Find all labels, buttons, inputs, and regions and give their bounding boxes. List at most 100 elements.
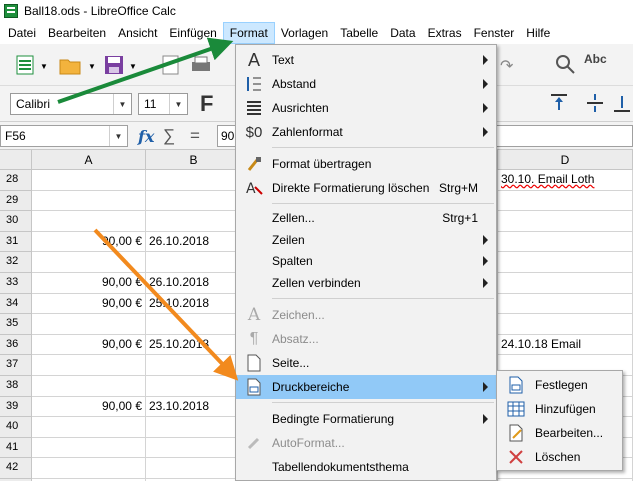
find-replace-icon[interactable]	[553, 52, 577, 76]
new-spreadsheet-icon[interactable]	[14, 54, 36, 76]
open-folder-icon[interactable]	[58, 54, 84, 76]
align-center-vertical-icon[interactable]	[584, 92, 606, 114]
cell-a[interactable]	[32, 417, 146, 438]
function-wizard-icon[interactable]: fx	[138, 127, 154, 146]
row-header[interactable]: 33	[0, 273, 32, 294]
menu-item-ausrichten[interactable]: Ausrichten	[236, 96, 496, 120]
menu-item-absatz[interactable]: ¶ Absatz...	[236, 327, 496, 351]
menu-item-direkte-formatierung-loeschen[interactable]: A Direkte Formatierung löschen Strg+M	[236, 176, 496, 200]
save-dropdown-icon[interactable]: ▼	[129, 62, 137, 71]
menu-item-spalten[interactable]: Spalten	[236, 249, 496, 273]
submenu-item-hinzufuegen[interactable]: Hinzufügen	[497, 397, 622, 421]
menu-item-seite[interactable]: Seite...	[236, 351, 496, 375]
submenu-item-bearbeiten[interactable]: Bearbeiten...	[497, 421, 622, 445]
menu-einfuegen[interactable]: Einfügen	[163, 22, 222, 44]
row-header[interactable]: 38	[0, 376, 32, 397]
cell-a[interactable]: 90,00 €	[32, 232, 146, 252]
menu-item-zellen[interactable]: Zellen... Strg+1	[236, 206, 496, 230]
menu-item-bedingte-formatierung[interactable]: Bedingte Formatierung	[236, 407, 496, 431]
cell-a[interactable]	[32, 211, 146, 232]
cell-b[interactable]	[146, 438, 242, 458]
cell-b[interactable]: 26.10.2018	[146, 273, 242, 294]
menu-data[interactable]: Data	[384, 22, 421, 44]
column-header-b[interactable]: B	[146, 150, 242, 170]
menu-item-autoformat[interactable]: AutoFormat...	[236, 431, 496, 455]
cell-a[interactable]: 90,00 €	[32, 294, 146, 314]
row-header[interactable]: 31	[0, 232, 32, 252]
menu-item-abstand[interactable]: Abstand	[236, 72, 496, 96]
cell-d[interactable]	[498, 211, 633, 232]
cell-d[interactable]: 30.10. Email Loth	[498, 170, 633, 191]
cell-b[interactable]	[146, 252, 242, 273]
cell-a[interactable]	[32, 252, 146, 273]
cell-b[interactable]	[146, 376, 242, 397]
font-size-combo[interactable]: 11 ▼	[138, 93, 188, 115]
menu-format[interactable]: Format	[222, 22, 275, 44]
cell-d[interactable]	[498, 191, 633, 211]
bold-icon[interactable]: F	[200, 91, 213, 117]
column-header-d[interactable]: D	[498, 150, 633, 170]
row-header[interactable]: 28	[0, 170, 32, 191]
cell-b[interactable]	[146, 211, 242, 232]
cell-a[interactable]: 90,00 €	[32, 273, 146, 294]
cell-a[interactable]	[32, 376, 146, 397]
menu-item-zahlenformat[interactable]: $0 Zahlenformat	[236, 120, 496, 144]
menu-item-tabellendokumentsthema[interactable]: Tabellendokumentsthema	[236, 455, 496, 479]
new-dropdown-icon[interactable]: ▼	[40, 62, 48, 71]
select-all-corner[interactable]	[0, 150, 32, 170]
menu-datei[interactable]: Datei	[2, 22, 42, 44]
row-header[interactable]: 36	[0, 335, 32, 355]
cell-b[interactable]	[146, 314, 242, 335]
row-header[interactable]: 37	[0, 355, 32, 376]
cell-d[interactable]	[498, 232, 633, 252]
cell-a[interactable]	[32, 314, 146, 335]
menu-item-druckbereiche[interactable]: Druckbereiche	[236, 375, 496, 399]
menu-item-format-uebertragen[interactable]: Format übertragen	[236, 152, 496, 176]
spellcheck-icon[interactable]: Abc	[584, 52, 607, 66]
row-header[interactable]: 41	[0, 438, 32, 458]
cell-a[interactable]	[32, 355, 146, 376]
cell-b[interactable]	[146, 355, 242, 376]
row-header[interactable]: 42	[0, 458, 32, 479]
cell-a[interactable]	[32, 170, 146, 191]
menu-tabelle[interactable]: Tabelle	[334, 22, 384, 44]
row-header[interactable]: 34	[0, 294, 32, 314]
menu-ansicht[interactable]: Ansicht	[112, 22, 163, 44]
redo-icon[interactable]: ↷	[500, 56, 513, 76]
menu-vorlagen[interactable]: Vorlagen	[275, 22, 334, 44]
cell-b[interactable]	[146, 170, 242, 191]
row-header[interactable]: 30	[0, 211, 32, 232]
font-name-value[interactable]: Calibri	[11, 97, 113, 111]
cell-d[interactable]: 24.10.18 Email	[498, 335, 633, 355]
row-header[interactable]: 29	[0, 191, 32, 211]
row-header[interactable]: 40	[0, 417, 32, 438]
cell-d[interactable]	[498, 294, 633, 314]
cell-reference[interactable]: F56	[1, 129, 109, 143]
chevron-down-icon[interactable]: ▼	[109, 126, 127, 146]
open-dropdown-icon[interactable]: ▼	[88, 62, 96, 71]
menu-bearbeiten[interactable]: Bearbeiten	[42, 22, 112, 44]
cell-a[interactable]	[32, 458, 146, 479]
sum-icon[interactable]: ∑	[163, 126, 175, 146]
cell-d[interactable]	[498, 273, 633, 294]
font-size-value[interactable]: 11	[139, 97, 169, 111]
menu-item-zeichen[interactable]: A Zeichen...	[236, 303, 496, 327]
cell-b[interactable]	[146, 417, 242, 438]
row-header[interactable]: 39	[0, 397, 32, 417]
print-icon[interactable]	[190, 54, 212, 76]
row-header[interactable]: 35	[0, 314, 32, 335]
cell-d[interactable]	[498, 314, 633, 335]
menu-hilfe[interactable]: Hilfe	[520, 22, 556, 44]
font-name-combo[interactable]: Calibri ▼	[10, 93, 132, 115]
row-header[interactable]: 32	[0, 252, 32, 273]
column-header-a[interactable]: A	[32, 150, 146, 170]
cell-d[interactable]	[498, 252, 633, 273]
chevron-down-icon[interactable]: ▼	[113, 94, 131, 114]
cell-b[interactable]: 23.10.2018	[146, 397, 242, 417]
menu-extras[interactable]: Extras	[422, 22, 468, 44]
align-bottom-icon[interactable]	[612, 92, 632, 114]
cell-a[interactable]	[32, 438, 146, 458]
cell-b[interactable]	[146, 191, 242, 211]
cell-b[interactable]: 25.10.2018	[146, 335, 242, 355]
export-pdf-icon[interactable]	[160, 54, 182, 76]
